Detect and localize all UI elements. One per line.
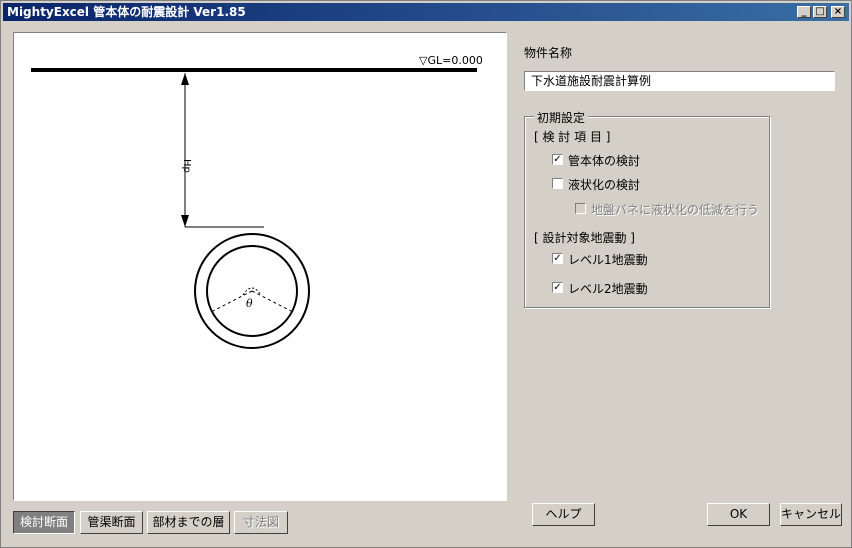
reduce-spring-checkbox	[575, 203, 586, 214]
close-icon[interactable]: ×	[831, 6, 845, 18]
cancel-button[interactable]: キャンセル	[780, 503, 842, 526]
property-name-input[interactable]: 下水道施設耐震計算例	[524, 71, 835, 91]
angle-label: θ	[246, 297, 253, 310]
tab-layers[interactable]: 部材までの層	[147, 511, 230, 534]
arrow-top-icon	[181, 73, 189, 85]
drawing-canvas: ▽GL=0.000 Hp θ	[13, 32, 507, 501]
property-name-label: 物件名称	[524, 46, 573, 60]
maximize-icon[interactable]: □	[813, 6, 827, 18]
tab-dimensions: 寸法図	[234, 511, 288, 534]
gl-label: ▽GL=0.000	[419, 54, 483, 67]
level1-checkbox[interactable]: ✓	[552, 253, 563, 264]
pipe-check-checkbox[interactable]: ✓	[552, 154, 563, 165]
initial-settings-legend: 初期設定	[534, 109, 589, 126]
liquefaction-check-checkbox[interactable]	[552, 178, 563, 189]
window-title: MightyExcel 管本体の耐震設計 Ver1.85	[7, 5, 246, 19]
items-heading: [ 検 討 項 目 ]	[534, 130, 611, 144]
level2-label[interactable]: レベル2地震動	[568, 280, 648, 297]
angle-right-line	[251, 290, 292, 312]
ok-button[interactable]: OK	[707, 503, 770, 526]
title-bar[interactable]: MightyExcel 管本体の耐震設計 Ver1.85 _ □ ×	[3, 3, 849, 21]
motion-heading: [ 設計対象地震動 ]	[534, 231, 635, 245]
level2-checkbox[interactable]: ✓	[552, 282, 563, 293]
liquefaction-check-label[interactable]: 液状化の検討	[568, 176, 640, 193]
level1-label[interactable]: レベル1地震動	[568, 251, 648, 268]
tab-pipe-section[interactable]: 管渠断面	[80, 511, 143, 534]
reduce-spring-label: 地盤バネに液状化の低減を行う	[591, 203, 760, 217]
tab-cross-section[interactable]: 検討断面	[13, 511, 75, 534]
arrow-bottom-icon	[181, 215, 189, 227]
depth-label: Hp	[181, 159, 192, 173]
pipe-cross-section-drawing: ▽GL=0.000 Hp θ	[31, 54, 483, 349]
minimize-icon[interactable]: _	[797, 6, 811, 18]
pipe-check-label[interactable]: 管本体の検討	[568, 152, 640, 169]
help-button[interactable]: ヘルプ	[532, 503, 595, 526]
